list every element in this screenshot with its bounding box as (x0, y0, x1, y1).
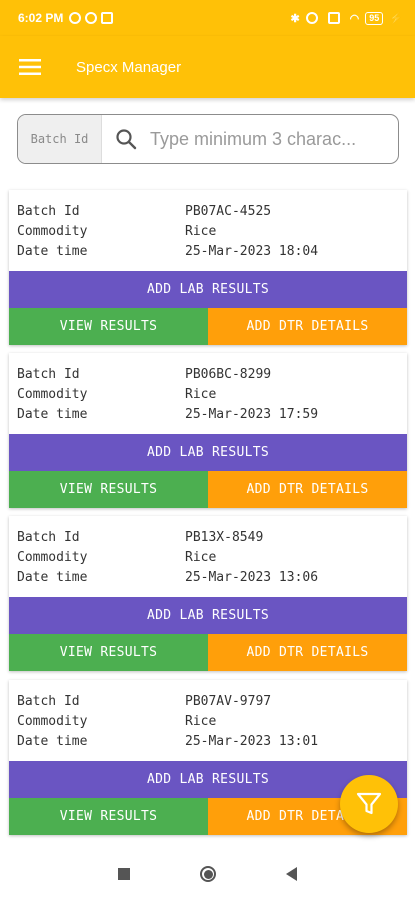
add-lab-results-button[interactable]: ADD LAB RESULTS (9, 434, 407, 471)
search-input[interactable]: Type minimum 3 charac... (150, 129, 382, 150)
commodity-value: Rice (185, 550, 217, 565)
batch-id-label: Batch Id (17, 367, 80, 382)
status-icons: ✱ ◠ 95 ⚡ (290, 11, 403, 25)
status-time: 6:02 PM (18, 11, 64, 25)
home-icon[interactable] (200, 866, 216, 882)
batch-id-value: PB06BC-8299 (185, 367, 272, 382)
commodity-label: Commodity (17, 224, 88, 239)
notification-icon (101, 12, 114, 24)
wifi-icon: ◠ (349, 12, 360, 25)
bluetooth-icon: ✱ (290, 12, 300, 25)
commodity-value: Rice (185, 224, 217, 239)
back-icon[interactable] (286, 867, 297, 881)
batch-id-value: PB07AC-4525 (185, 204, 272, 219)
app-bar: Specx Manager (0, 36, 415, 98)
notification-icon (85, 12, 98, 24)
batch-card: Batch Id PB06BC-8299 Commodity Rice Date… (9, 353, 407, 508)
view-results-button[interactable]: VIEW RESULTS (9, 308, 208, 345)
batch-id-label: Batch Id (17, 694, 80, 709)
date-time-label: Date time (17, 570, 88, 585)
add-dtr-details-button[interactable]: ADD DTR DETAILS (208, 634, 407, 671)
date-time-value: 25-Mar-2023 13:01 (185, 734, 319, 749)
commodity-value: Rice (185, 387, 217, 402)
batch-id-value: PB07AV-9797 (185, 694, 272, 709)
status-bar: 6:02 PM ✱ ◠ 95 ⚡ (0, 0, 415, 36)
commodity-label: Commodity (17, 550, 88, 565)
app-title: Specx Manager (76, 58, 182, 76)
filter-fab-button[interactable] (340, 775, 398, 833)
add-dtr-details-button[interactable]: ADD DTR DETAILS (208, 308, 407, 345)
date-time-value: 25-Mar-2023 18:04 (185, 244, 319, 259)
notification-icon (69, 12, 82, 24)
recent-apps-icon[interactable] (118, 868, 130, 880)
add-dtr-details-button[interactable]: ADD DTR DETAILS (208, 471, 407, 508)
view-results-button[interactable]: VIEW RESULTS (9, 634, 208, 671)
date-time-label: Date time (17, 244, 88, 259)
add-lab-results-button[interactable]: ADD LAB RESULTS (9, 597, 407, 634)
search-field[interactable]: Batch Id Type minimum 3 charac... (17, 114, 399, 164)
view-results-button[interactable]: VIEW RESULTS (9, 798, 208, 835)
commodity-label: Commodity (17, 387, 88, 402)
view-results-button[interactable]: VIEW RESULTS (9, 471, 208, 508)
sim-icon (327, 12, 340, 24)
search-prefix-label: Batch Id (18, 115, 102, 163)
batch-id-label: Batch Id (17, 530, 80, 545)
batch-id-label: Batch Id (17, 204, 80, 219)
batch-card: Batch Id PB07AC-4525 Commodity Rice Date… (9, 190, 407, 345)
date-time-label: Date time (17, 734, 88, 749)
date-time-value: 25-Mar-2023 13:06 (185, 570, 319, 585)
add-lab-results-button[interactable]: ADD LAB RESULTS (9, 271, 407, 308)
charging-icon: ⚡ (389, 12, 403, 25)
hamburger-menu-icon[interactable] (0, 36, 60, 98)
date-time-value: 25-Mar-2023 17:59 (185, 407, 319, 422)
date-time-label: Date time (17, 407, 88, 422)
system-nav-bar (0, 848, 415, 900)
search-icon (102, 128, 150, 150)
batch-id-value: PB13X-8549 (185, 530, 264, 545)
commodity-label: Commodity (17, 714, 88, 729)
vibrate-icon (305, 12, 318, 24)
batch-card: Batch Id PB13X-8549 Commodity Rice Date … (9, 516, 407, 671)
battery-icon: 95 (365, 11, 384, 25)
filter-icon (356, 792, 382, 815)
commodity-value: Rice (185, 714, 217, 729)
